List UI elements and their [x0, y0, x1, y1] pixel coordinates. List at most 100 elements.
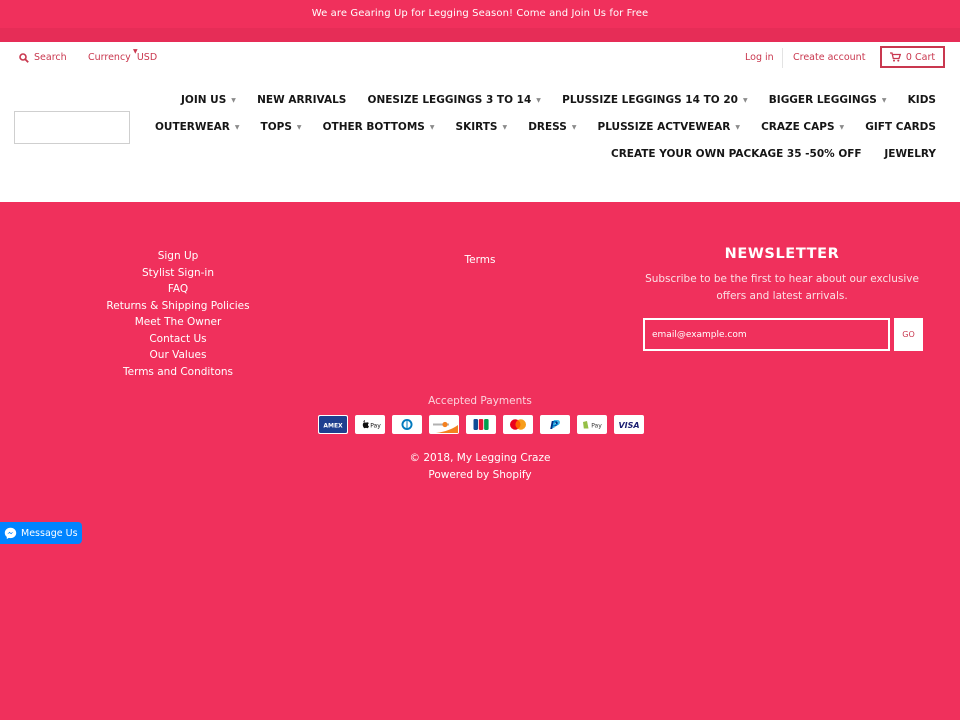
shopify-pay-icon: Pay: [577, 415, 607, 434]
powered-by-link[interactable]: Powered by Shopify: [428, 469, 531, 481]
cart-icon: [889, 52, 901, 62]
nav-item-plussize-leggings-14-to-20[interactable]: PLUSSIZE LEGGINGS 14 TO 20 ▼: [562, 94, 747, 106]
svg-text:AMEX: AMEX: [323, 423, 343, 430]
messenger-label: Message Us: [21, 527, 78, 539]
footer-links: Sign Up Stylist Sign-in FAQ Returns & Shipp…: [60, 248, 296, 380]
newsletter-form: GO: [643, 318, 923, 351]
nav-item-label: GIFT CARDS: [865, 121, 936, 133]
currency-value: USD: [136, 52, 158, 63]
nav-item-join-us[interactable]: JOIN US ▼: [181, 94, 236, 106]
chevron-down-icon: ▼: [502, 123, 508, 131]
footer-link-meet-the-owner[interactable]: Meet The Owner: [60, 314, 296, 331]
discover-icon: [429, 415, 459, 434]
currency-selector[interactable]: Currency ▼ USD: [88, 48, 158, 63]
announcement-band: [0, 28, 960, 42]
apple-pay-icon: Pay: [355, 415, 385, 434]
nav-item-bigger-leggings[interactable]: BIGGER LEGGINGS ▼: [769, 94, 887, 106]
newsletter-description: Subscribe to be the first to hear about …: [645, 273, 919, 302]
main-nav-row-3: CREATE YOUR OWN PACKAGE 35 -50% OFF JEWEL…: [611, 146, 936, 162]
nav-item-create-your-own-package-35-50-off[interactable]: CREATE YOUR OWN PACKAGE 35 -50% OFF: [611, 148, 862, 160]
payment-icons: AMEX Pay PP Pay VISA: [318, 415, 651, 434]
cart-button[interactable]: 0 Cart: [880, 46, 945, 68]
mastercard-icon: [503, 415, 533, 434]
nav-item-label: OTHER BOTTOMS: [322, 121, 425, 133]
nav-item-craze-caps[interactable]: CRAZE CAPS ▼: [761, 121, 844, 133]
nav-item-new-arrivals[interactable]: NEW ARRIVALS: [257, 94, 346, 106]
newsletter-submit-button[interactable]: GO: [894, 318, 923, 351]
nav-item-label: ONESIZE LEGGINGS 3 TO 14: [367, 94, 532, 106]
login-link[interactable]: Log in: [745, 52, 774, 63]
nav-item-gift-cards[interactable]: GIFT CARDS: [865, 121, 936, 133]
footer-link-returns-shipping-policies[interactable]: Returns & Shipping Policies: [60, 298, 296, 315]
announcement-bar: We are Gearing Up for Legging Season! Co…: [0, 0, 960, 42]
main-nav-row-1: JOIN US ▼ NEW ARRIVALS ONESIZE LEGGINGS 3 T…: [181, 92, 936, 108]
footer-link-sign-up[interactable]: Sign Up: [60, 248, 296, 265]
nav-item-label: BIGGER LEGGINGS: [768, 94, 877, 106]
nav-item-label: SKIRTS: [455, 121, 498, 133]
footer-copyright-block: © 2018, My Legging Craze Powered by Shop…: [0, 450, 960, 483]
nav-item-skirts[interactable]: SKIRTS ▼: [456, 121, 508, 133]
chevron-down-icon: ▼: [231, 96, 236, 104]
nav-item-label: CREATE YOUR OWN PACKAGE 35 -50% OFF: [611, 148, 862, 160]
svg-text:Pay: Pay: [591, 422, 602, 429]
nav-item-onesize-leggings-3-to-14[interactable]: ONESIZE LEGGINGS 3 TO 14 ▼: [368, 94, 541, 106]
newsletter-email-input[interactable]: [643, 318, 890, 351]
main-nav-row-2: OUTERWEAR ▼ TOPS ▼ OTHER BOTTOMS ▼ SKIRTS ▼ DRES…: [155, 119, 936, 135]
search-link[interactable]: Search: [19, 52, 67, 63]
site-logo[interactable]: [14, 111, 130, 144]
chevron-down-icon: ▼: [571, 123, 577, 131]
nav-item-outerwear[interactable]: OUTERWEAR ▼: [155, 121, 239, 133]
currency-label: Currency: [88, 52, 131, 63]
search-icon: [19, 52, 29, 63]
cart-label: 0 Cart: [905, 51, 936, 63]
footer-terms-column: Terms: [440, 248, 520, 269]
paypal-icon: PP: [540, 415, 570, 434]
chevron-down-icon: ▼: [881, 96, 887, 104]
search-label: Search: [34, 52, 67, 63]
amex-icon: AMEX: [318, 415, 348, 434]
messenger-icon: [4, 527, 17, 539]
nav-item-other-bottoms[interactable]: OTHER BOTTOMS ▼: [323, 121, 435, 133]
jcb-icon: [466, 415, 496, 434]
chevron-down-icon: ▼: [536, 96, 541, 104]
chevron-down-icon: ▼: [742, 96, 748, 104]
nav-item-kids[interactable]: KIDS: [908, 94, 936, 106]
footer-link-terms-and-conditons[interactable]: Terms and Conditons: [60, 364, 296, 381]
chevron-down-icon: ▼: [234, 123, 240, 131]
nav-item-label: OUTERWEAR: [155, 121, 230, 133]
footer-link-stylist-sign-in[interactable]: Stylist Sign-in: [60, 265, 296, 282]
chevron-down-icon: ▼: [839, 123, 845, 131]
newsletter-title: NEWSLETTER: [724, 246, 840, 262]
create-account-link[interactable]: Create account: [793, 52, 865, 63]
footer-link-our-values[interactable]: Our Values: [60, 347, 296, 364]
chevron-down-icon: ▼: [296, 123, 302, 131]
nav-item-plussize-actvewear[interactable]: PLUSSIZE ACTVEWEAR ▼: [598, 121, 740, 133]
newsletter-section: NEWSLETTER Subscribe to be the first to …: [643, 246, 923, 351]
svg-text:Pay: Pay: [370, 422, 381, 429]
visa-icon: VISA: [614, 415, 644, 434]
accepted-payments-label: Accepted Payments: [428, 395, 532, 407]
nav-item-label: TOPS: [260, 121, 292, 133]
diners-club-icon: [392, 415, 422, 434]
footer-link-faq[interactable]: FAQ: [60, 281, 296, 298]
nav-item-label: PLUSSIZE LEGGINGS 14 TO 20: [562, 94, 738, 106]
nav-item-label: CRAZE CAPS: [761, 121, 835, 133]
nav-item-dress[interactable]: DRESS ▼: [528, 121, 576, 133]
announcement-text: We are Gearing Up for Legging Season! Co…: [311, 8, 649, 19]
svg-text:VISA: VISA: [618, 421, 639, 430]
nav-item-jewelry[interactable]: JEWELRY: [884, 148, 936, 160]
svg-text:P: P: [552, 418, 560, 431]
nav-item-tops[interactable]: TOPS ▼: [261, 121, 302, 133]
copyright-link[interactable]: © 2018, My Legging Craze: [410, 452, 551, 464]
header-divider: [782, 48, 783, 68]
footer-link-contact-us[interactable]: Contact Us: [60, 331, 296, 348]
footer-terms-link[interactable]: Terms: [465, 254, 496, 266]
chevron-down-icon: ▼: [735, 123, 740, 131]
nav-item-label: DRESS: [528, 121, 567, 133]
nav-item-label: PLUSSIZE ACTVEWEAR: [597, 121, 731, 133]
nav-item-label: NEW ARRIVALS: [257, 94, 347, 106]
messenger-button[interactable]: Message Us: [0, 522, 82, 544]
chevron-down-icon: ▼: [429, 123, 435, 131]
site-header: Search Currency ▼ USD Log in Create acco…: [0, 42, 960, 202]
nav-item-label: JOIN US: [181, 94, 227, 106]
